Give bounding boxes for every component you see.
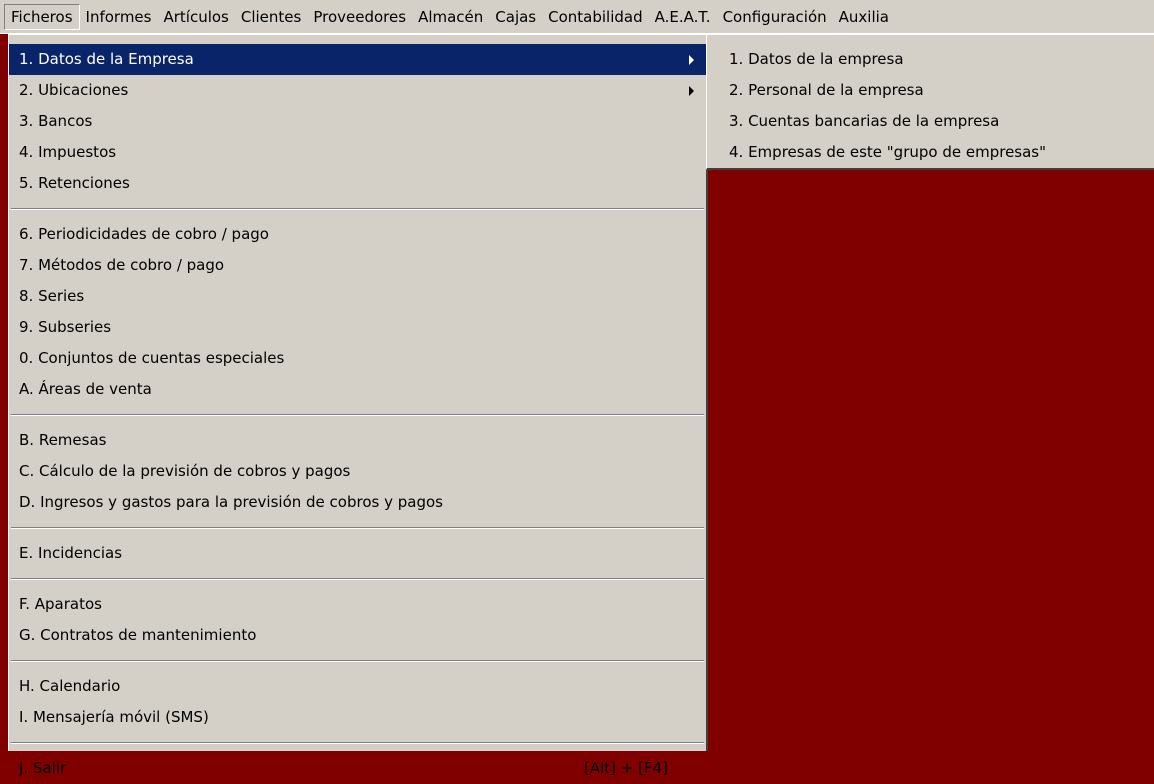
menu-item-label: B. Remesas: [19, 431, 107, 449]
submenu-item-1-datos-de-la-empresa[interactable]: 1. Datos de la empresa: [707, 44, 1154, 75]
submenu-item-2-personal-de-la-empresa[interactable]: 2. Personal de la empresa: [707, 75, 1154, 106]
menu-item-label: D. Ingresos y gastos para la previsión d…: [19, 493, 443, 511]
ficheros-dropdown-menu: 1. Datos de la Empresa 2. Ubicaciones 3. B…: [8, 34, 708, 777]
menu-item-label: 6. Periodicidades de cobro / pago: [19, 225, 269, 243]
menu-item-f-aparatos[interactable]: F. Aparatos: [9, 589, 706, 620]
menubar-item-configuracion[interactable]: Configuración: [717, 4, 833, 30]
menu-item-1-datos-de-la-empresa[interactable]: 1. Datos de la Empresa: [9, 44, 706, 75]
menu-item-label: 5. Retenciones: [19, 174, 130, 192]
menu-separator: [11, 527, 704, 529]
menubar-item-informes[interactable]: Informes: [80, 4, 158, 30]
menubar-item-proveedores[interactable]: Proveedores: [307, 4, 412, 30]
menu-item-label: H. Calendario: [19, 677, 121, 695]
menubar-item-almacen[interactable]: Almacén: [412, 4, 489, 30]
menubar-item-articulos[interactable]: Artículos: [157, 4, 234, 30]
menu-item-4-impuestos[interactable]: 4. Impuestos: [9, 137, 706, 168]
menu-item-label: A. Áreas de venta: [19, 380, 152, 398]
menu-item-label: 9. Subseries: [19, 318, 112, 336]
menu-separator: [11, 660, 704, 662]
menu-item-label: C. Cálculo de la previsión de cobros y p…: [19, 462, 351, 480]
submenu-item-3-cuentas-bancarias-de-la-empresa[interactable]: 3. Cuentas bancarias de la empresa: [707, 106, 1154, 137]
menu-item-label: G. Contratos de mantenimiento: [19, 626, 257, 644]
menu-item-h-calendario[interactable]: H. Calendario: [9, 671, 706, 702]
menubar-item-clientes[interactable]: Clientes: [235, 4, 307, 30]
menu-item-label: 4. Impuestos: [19, 143, 117, 161]
submenu-arrow-icon: [689, 86, 694, 96]
menu-item-i-mensajeria-movil-sms[interactable]: I. Mensajería móvil (SMS): [9, 702, 706, 733]
menu-item-label: 2. Ubicaciones: [19, 81, 129, 99]
menu-item-8-series[interactable]: 8. Series: [9, 281, 706, 312]
menubar-item-auxilia[interactable]: Auxilia: [833, 4, 895, 30]
menu-item-label: 8. Series: [19, 287, 85, 305]
menu-separator: [11, 742, 704, 744]
desktop-background: [0, 34, 8, 751]
menu-item-6-periodicidades-de-cobro-pago[interactable]: 6. Periodicidades de cobro / pago: [9, 219, 706, 250]
menu-item-label: I. Mensajería móvil (SMS): [19, 708, 209, 726]
menu-item-j-salir[interactable]: J. Salir [Alt] + [F4]: [9, 753, 706, 784]
menu-separator: [11, 208, 704, 210]
menu-bar: Ficheros Informes Artículos Clientes Proveed…: [0, 0, 1154, 34]
menu-item-a-areas-de-venta[interactable]: A. Áreas de venta: [9, 374, 706, 405]
menu-item-2-ubicaciones[interactable]: 2. Ubicaciones: [9, 75, 706, 106]
menu-item-label: 1. Datos de la Empresa: [19, 50, 194, 68]
menu-item-label: F. Aparatos: [19, 595, 102, 613]
menu-item-label: 3. Bancos: [19, 112, 93, 130]
menu-item-g-contratos-de-mantenimiento[interactable]: G. Contratos de mantenimiento: [9, 620, 706, 651]
menubar-item-a-e-a-t[interactable]: A.E.A.T.: [649, 4, 717, 30]
menu-item-label: 0. Conjuntos de cuentas especiales: [19, 349, 285, 367]
menu-item-label: J. Salir: [19, 759, 67, 777]
shortcut-label: [Alt] + [F4]: [584, 759, 668, 777]
datos-empresa-submenu: 1. Datos de la empresa 2. Personal de la …: [706, 34, 1154, 170]
menu-item-label: 7. Métodos de cobro / pago: [19, 256, 225, 274]
menubar-item-contabilidad[interactable]: Contabilidad: [542, 4, 649, 30]
menubar-item-ficheros[interactable]: Ficheros: [4, 3, 80, 30]
menu-item-e-incidencias[interactable]: E. Incidencias: [9, 538, 706, 569]
menu-item-label: E. Incidencias: [19, 544, 123, 562]
menu-item-9-subseries[interactable]: 9. Subseries: [9, 312, 706, 343]
submenu-arrow-icon: [689, 55, 694, 65]
menu-item-b-remesas[interactable]: B. Remesas: [9, 425, 706, 456]
menu-separator: [11, 578, 704, 580]
menu-item-0-conjuntos-de-cuentas-especiales[interactable]: 0. Conjuntos de cuentas especiales: [9, 343, 706, 374]
menu-item-d-ingresos-y-gastos-para-la-prevision-de-cobros-y-pagos[interactable]: D. Ingresos y gastos para la previsión d…: [9, 487, 706, 518]
menu-separator: [11, 414, 704, 416]
menu-item-c-calculo-de-la-prevision-de-cobros-y-pagos[interactable]: C. Cálculo de la previsión de cobros y p…: [9, 456, 706, 487]
menubar-item-cajas[interactable]: Cajas: [489, 4, 542, 30]
menu-item-7-metodos-de-cobro-pago[interactable]: 7. Métodos de cobro / pago: [9, 250, 706, 281]
menu-item-3-bancos[interactable]: 3. Bancos: [9, 106, 706, 137]
menu-item-5-retenciones[interactable]: 5. Retenciones: [9, 168, 706, 199]
submenu-item-4-empresas-de-este-grupo-de-empresas[interactable]: 4. Empresas de este "grupo de empresas": [707, 137, 1154, 168]
